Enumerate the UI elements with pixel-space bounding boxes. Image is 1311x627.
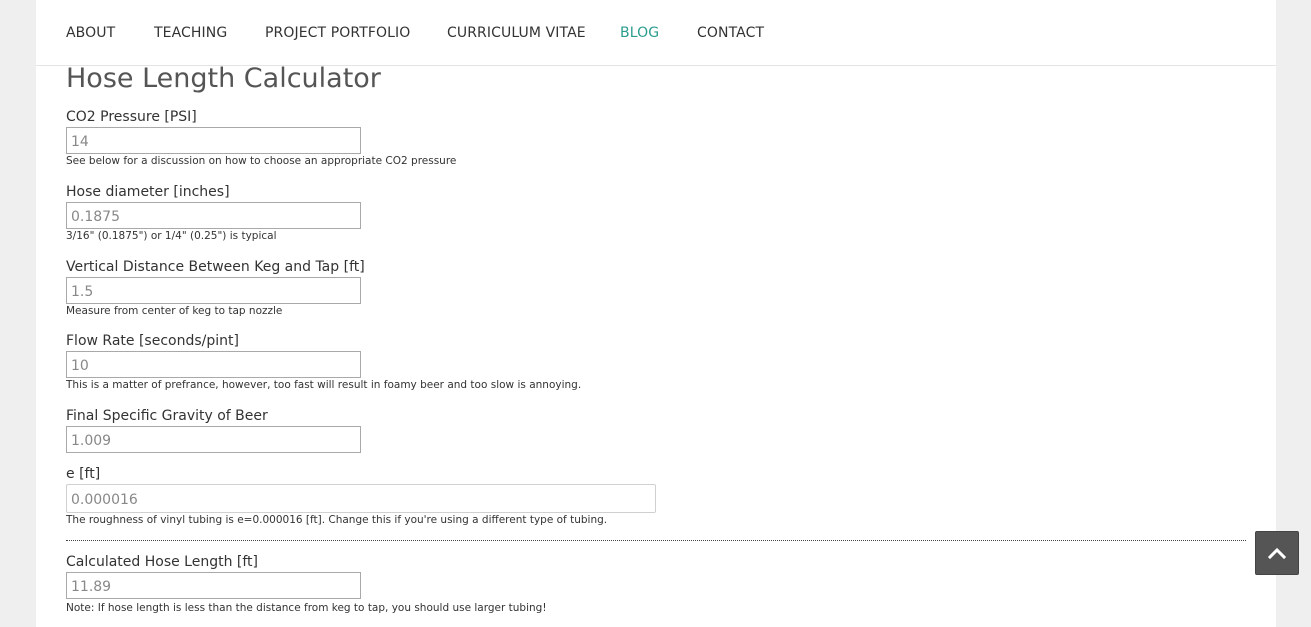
- co2-pressure-input[interactable]: [66, 127, 361, 154]
- co2-pressure-label: CO2 Pressure [PSI]: [66, 109, 197, 125]
- top-navbar: ABOUT TEACHING PROJECT PORTFOLIO CURRICU…: [36, 0, 1276, 66]
- roughness-help: The roughness of vinyl tubing is e=0.000…: [66, 514, 608, 526]
- co2-pressure-help: See below for a discussion on how to cho…: [66, 155, 457, 167]
- specific-gravity-input[interactable]: [66, 426, 361, 453]
- calculated-hose-length-label: Calculated Hose Length [ft]: [66, 554, 259, 570]
- hose-diameter-help: 3/16" (0.1875") or 1/4" (0.25") is typic…: [66, 230, 277, 242]
- flow-rate-help: This is a matter of prefrance, however, …: [66, 379, 582, 391]
- roughness-input[interactable]: [66, 484, 656, 513]
- page-title: Hose Length Calculator: [66, 63, 381, 94]
- roughness-label: e [ft]: [66, 466, 101, 482]
- hose-diameter-input[interactable]: [66, 202, 361, 229]
- chevron-up-icon: [1268, 547, 1286, 560]
- section-divider: [66, 540, 1246, 541]
- nav-item-project-portfolio[interactable]: PROJECT PORTFOLIO: [265, 25, 410, 41]
- nav-item-teaching[interactable]: TEACHING: [154, 25, 227, 41]
- specific-gravity-label: Final Specific Gravity of Beer: [66, 408, 268, 424]
- hose-length-note: Note: If hose length is less than the di…: [66, 602, 547, 614]
- nav-item-contact[interactable]: CONTACT: [697, 25, 764, 41]
- vertical-distance-help: Measure from center of keg to tap nozzle: [66, 305, 283, 317]
- hose-diameter-label: Hose diameter [inches]: [66, 184, 230, 200]
- flow-rate-label: Flow Rate [seconds/pint]: [66, 333, 239, 349]
- scroll-to-top-button[interactable]: [1255, 531, 1299, 575]
- nav-item-blog[interactable]: BLOG: [620, 25, 659, 41]
- calculated-hose-length-output[interactable]: [66, 572, 361, 599]
- vertical-distance-input[interactable]: [66, 277, 361, 304]
- flow-rate-input[interactable]: [66, 351, 361, 378]
- page-container: ABOUT TEACHING PROJECT PORTFOLIO CURRICU…: [36, 0, 1276, 627]
- vertical-distance-label: Vertical Distance Between Keg and Tap [f…: [66, 259, 365, 275]
- nav-item-curriculum-vitae[interactable]: CURRICULUM VITAE: [447, 25, 586, 41]
- nav-item-about[interactable]: ABOUT: [66, 25, 115, 41]
